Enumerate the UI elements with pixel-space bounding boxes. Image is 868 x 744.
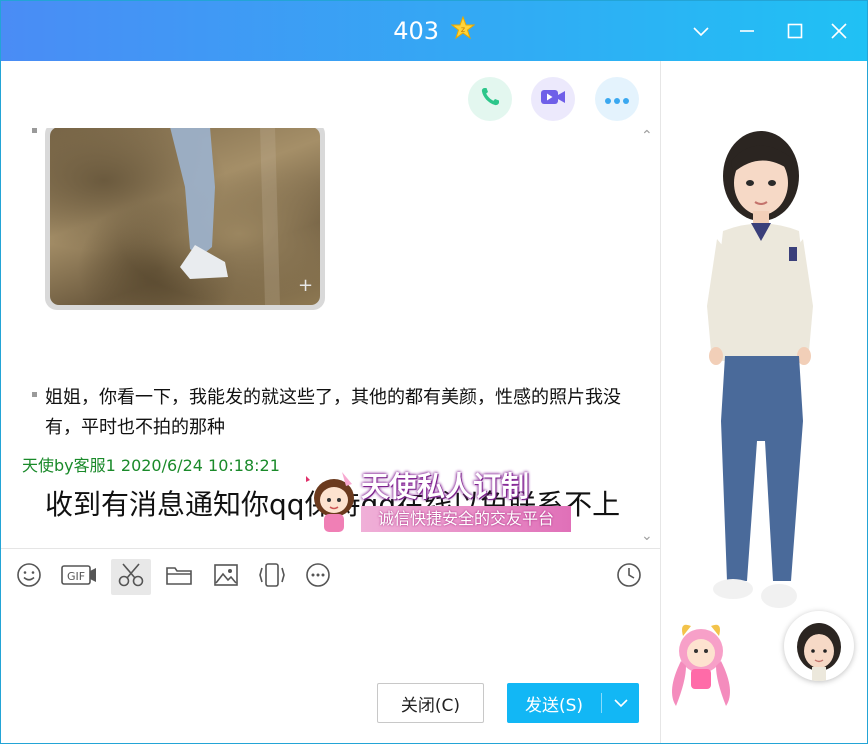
screenshot-button[interactable] — [111, 559, 151, 595]
shake-icon — [257, 562, 287, 592]
folder-icon — [165, 563, 193, 591]
shake-button[interactable] — [252, 559, 292, 595]
more-icon — [604, 90, 630, 109]
gif-icon: GIF — [60, 563, 98, 591]
window-title: 403 — [393, 17, 440, 45]
sticker-banner: 天使私人订制 诚信快捷安全的交友平台 — [304, 468, 572, 536]
avatar-face-icon — [797, 623, 841, 681]
banner-subtitle: 诚信快捷安全的交友平台 — [361, 506, 571, 532]
more-button[interactable] — [595, 77, 639, 121]
emoji-button[interactable] — [9, 559, 49, 595]
scroll-down-icon[interactable]: ⌄ — [641, 528, 653, 544]
send-button[interactable]: 发送(S) — [507, 683, 639, 723]
minimize-icon[interactable] — [731, 15, 763, 47]
scissors-icon — [117, 562, 145, 592]
star-badge-icon: z — [450, 15, 476, 48]
chat-panel: + 姐姐，你看一下，我能发的就这些了，其他的都有美颜，性感的照片我没有，平时也不… — [1, 61, 661, 743]
more-tools-button[interactable] — [298, 559, 338, 595]
history-button[interactable] — [609, 559, 649, 595]
avatar[interactable] — [784, 611, 854, 681]
message-bullet — [32, 128, 37, 133]
message-list[interactable]: + 姐姐，你看一下，我能发的就这些了，其他的都有美颜，性感的照片我没有，平时也不… — [1, 128, 660, 548]
close-button-label: 关闭(C) — [400, 695, 461, 716]
send-options-button[interactable] — [602, 683, 639, 723]
svg-text:+: + — [298, 275, 313, 296]
title-bar: 403 z — [1, 1, 867, 61]
file-button[interactable] — [159, 559, 199, 595]
maximize-icon[interactable] — [779, 15, 811, 47]
chat-window: 403 z + 姐姐，你看一下，我能发的就这些了，其他的都有美颜，性感的照片我没… — [0, 0, 868, 744]
close-window-icon[interactable] — [823, 15, 855, 47]
image-icon — [213, 563, 239, 591]
message-sender-meta: 天使by客服1 2020/6/24 10:18:21 — [22, 456, 280, 475]
side-panel — [661, 61, 867, 743]
svg-text:GIF: GIF — [67, 570, 85, 583]
image-button[interactable] — [206, 559, 246, 595]
photo-message[interactable]: + — [45, 128, 325, 310]
more-options-icon — [305, 562, 331, 592]
close-button[interactable]: 关闭(C) — [377, 683, 484, 723]
message-text-1: 姐姐，你看一下，我能发的就这些了，其他的都有美颜，性感的照片我没有，平时也不拍的… — [45, 387, 621, 438]
emoji-icon — [16, 562, 42, 592]
send-button-label: 发送(S) — [524, 695, 584, 716]
chevron-down-icon — [613, 693, 628, 713]
message-bullet — [32, 392, 37, 397]
voice-call-icon — [478, 85, 502, 113]
banner-title: 天使私人订制 — [361, 470, 530, 503]
scroll-up-icon[interactable]: ⌃ — [641, 128, 653, 144]
message-input[interactable] — [1, 604, 660, 684]
video-call-button[interactable] — [531, 77, 575, 121]
gif-button[interactable]: GIF — [59, 559, 99, 595]
dropdown-icon[interactable] — [685, 15, 717, 47]
voice-call-button[interactable] — [468, 77, 512, 121]
video-call-icon — [539, 85, 567, 113]
cartoon-girl-icon — [306, 472, 354, 532]
photo-image[interactable]: + — [50, 128, 320, 305]
svg-text:z: z — [461, 25, 465, 34]
history-clock-icon — [616, 562, 642, 592]
input-toolbar: GIF — [1, 548, 660, 605]
